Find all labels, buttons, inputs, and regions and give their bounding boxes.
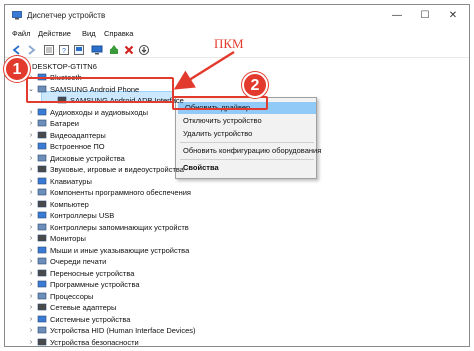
annotation-arrow: [173, 50, 235, 90]
right-click-annotation: ПКМ: [214, 36, 244, 51]
step-2-badge: 2: [242, 72, 268, 98]
step-1-badge: 1: [4, 56, 30, 82]
